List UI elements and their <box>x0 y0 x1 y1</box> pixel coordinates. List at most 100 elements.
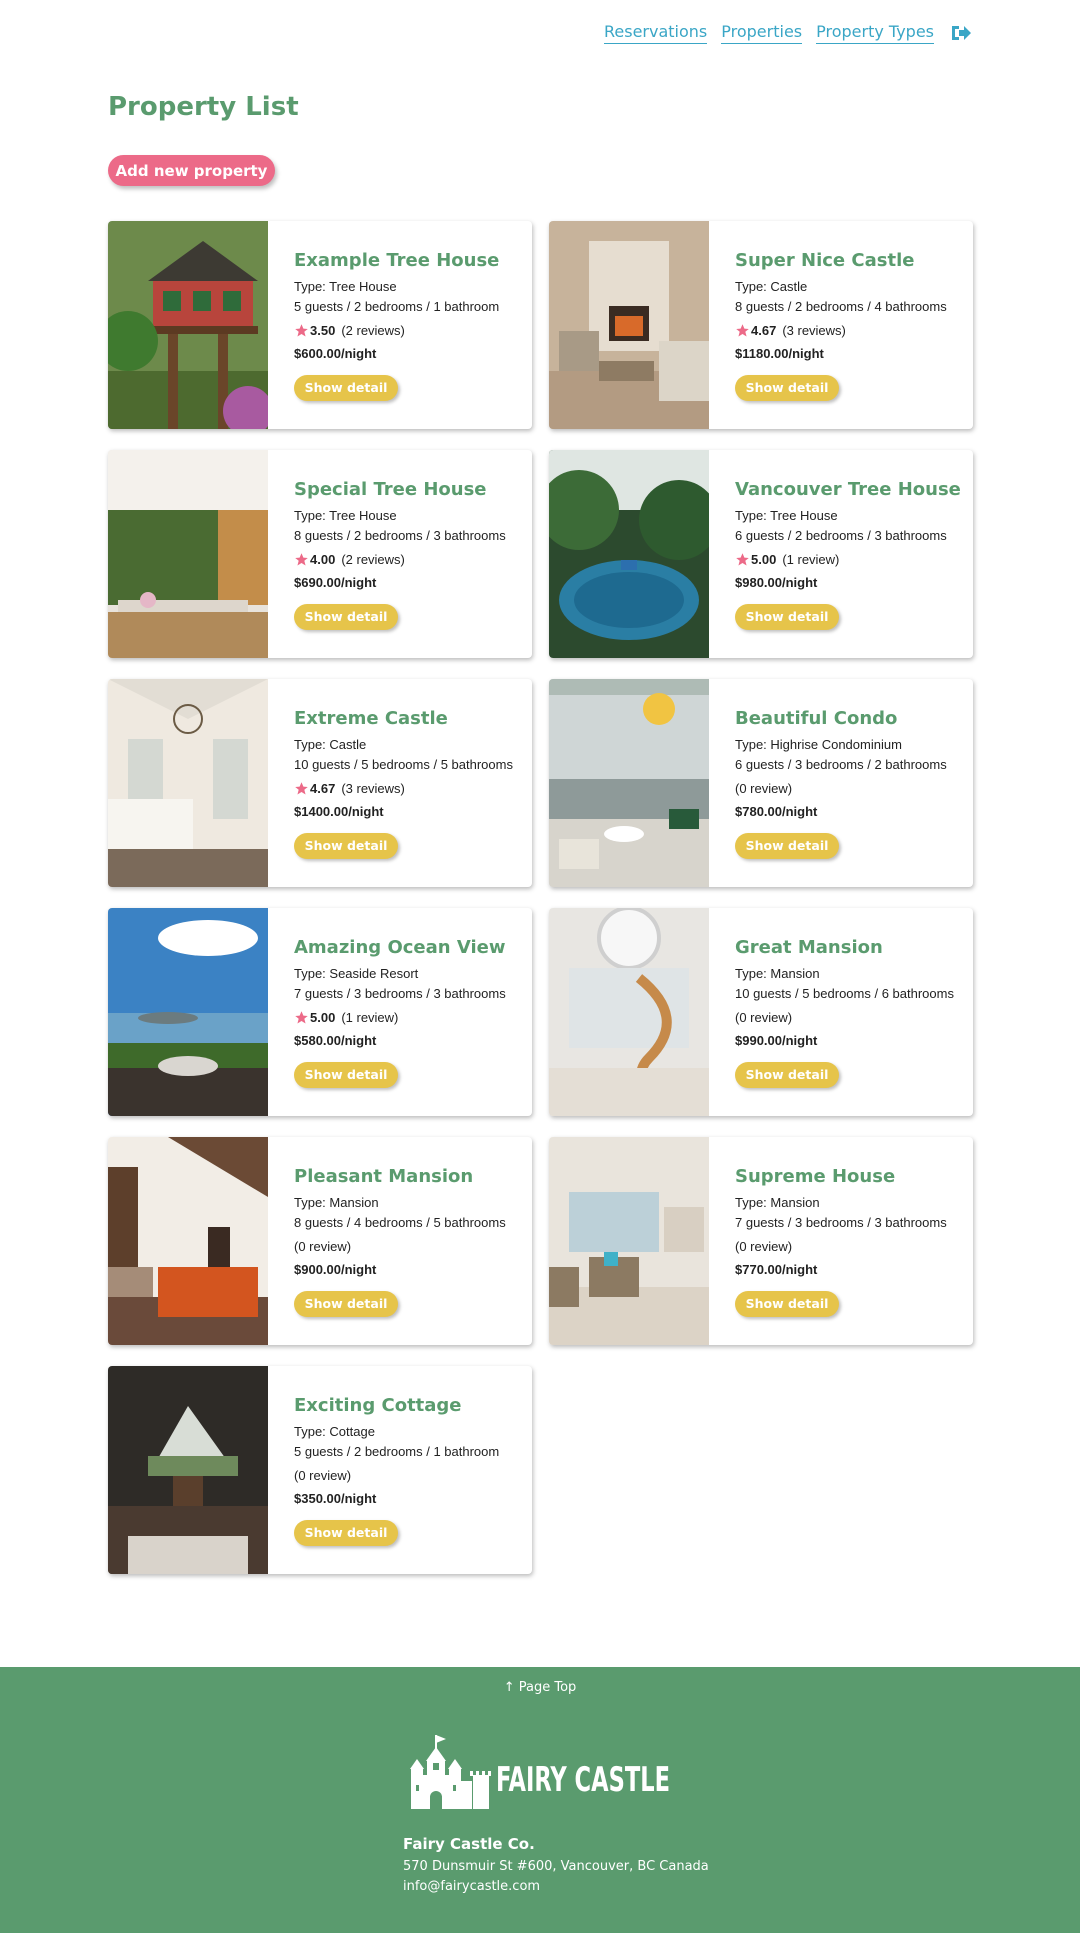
property-photo <box>108 1137 268 1345</box>
property-info: Exciting Cottage Type: Cottage 5 guests … <box>268 1366 532 1574</box>
property-rating: (0 review) <box>735 1010 973 1025</box>
add-property-button[interactable]: Add new property <box>108 155 275 186</box>
property-rating: (0 review) <box>735 1239 973 1254</box>
review-count: (0 review) <box>735 1238 793 1254</box>
property-name: Special Tree House <box>294 478 487 500</box>
property-type: Type: Highrise Condominium <box>735 736 902 752</box>
nav-reservations-link[interactable]: Reservations <box>604 22 708 44</box>
property-card: Pleasant Mansion Type: Mansion 8 guests … <box>108 1137 532 1345</box>
property-capacity: 5 guests / 2 bedrooms / 1 bathroom <box>294 298 500 314</box>
show-detail-button[interactable]: Show detail <box>735 832 839 859</box>
property-name: Great Mansion <box>735 936 883 958</box>
property-info: Example Tree House Type: Tree House 5 gu… <box>268 221 532 429</box>
property-rating: 4.00 (2 reviews) <box>294 552 532 567</box>
property-type: Type: Tree House <box>294 278 397 294</box>
show-detail-button[interactable]: Show detail <box>294 1290 398 1317</box>
property-info: Supreme House Type: Mansion 7 guests / 3… <box>709 1137 973 1345</box>
property-card: Example Tree House Type: Tree House 5 gu… <box>108 221 532 429</box>
property-info: Great Mansion Type: Mansion 10 guests / … <box>709 908 973 1116</box>
arrow-up-icon: ↑ <box>503 1680 515 1695</box>
property-type: Type: Cottage <box>294 1423 375 1439</box>
nav-property-types-link[interactable]: Property Types <box>816 22 934 44</box>
nav-properties-link[interactable]: Properties <box>721 22 803 44</box>
page-top-label: Page Top <box>518 1680 577 1695</box>
property-capacity: 6 guests / 2 bedrooms / 3 bathrooms <box>735 527 947 543</box>
show-detail-button[interactable]: Show detail <box>294 1061 398 1088</box>
review-count: (2 reviews) <box>341 322 405 338</box>
rating-score: 5.00 <box>310 1009 336 1025</box>
rating-score: 4.67 <box>310 780 336 796</box>
property-card: Special Tree House Type: Tree House 8 gu… <box>108 450 532 658</box>
property-info: Beautiful Condo Type: Highrise Condomini… <box>709 679 973 887</box>
property-card: Super Nice Castle Type: Castle 8 guests … <box>549 221 973 429</box>
footer: ↑ Page Top FAIRY CASTLE Fairy Castle Co.… <box>0 1667 1080 1933</box>
property-price: $350.00/night <box>294 1490 377 1506</box>
property-info: Vancouver Tree House Type: Tree House 6 … <box>709 450 973 658</box>
property-name: Beautiful Condo <box>735 707 898 729</box>
property-photo <box>549 221 709 429</box>
show-detail-button[interactable]: Show detail <box>735 1061 839 1088</box>
show-detail-button[interactable]: Show detail <box>294 832 398 859</box>
property-rating: 5.00 (1 review) <box>735 552 973 567</box>
property-rating: 4.67 (3 reviews) <box>735 323 973 338</box>
property-type: Type: Mansion <box>735 1194 820 1210</box>
rating-score: 4.67 <box>751 322 777 338</box>
property-name: Example Tree House <box>294 249 500 271</box>
star-icon <box>295 781 308 794</box>
property-photo <box>108 679 268 887</box>
company-name: Fairy Castle Co. <box>403 1835 535 1853</box>
property-name: Exciting Cottage <box>294 1394 462 1416</box>
property-rating: (0 review) <box>294 1468 532 1483</box>
property-capacity: 10 guests / 5 bedrooms / 6 bathrooms <box>735 985 954 1001</box>
show-detail-button[interactable]: Show detail <box>294 603 398 630</box>
property-type: Type: Castle <box>735 278 808 294</box>
rating-score: 3.50 <box>310 322 336 338</box>
property-capacity: 6 guests / 3 bedrooms / 2 bathrooms <box>735 756 947 772</box>
page-top-link[interactable]: ↑ Page Top <box>0 1680 1080 1695</box>
property-type: Type: Mansion <box>294 1194 379 1210</box>
company-email[interactable]: info@fairycastle.com <box>403 1879 540 1894</box>
review-count: (3 reviews) <box>782 322 846 338</box>
property-photo <box>108 450 268 658</box>
logout-icon[interactable] <box>950 24 972 42</box>
show-detail-button[interactable]: Show detail <box>735 1290 839 1317</box>
property-type: Type: Tree House <box>735 507 838 523</box>
star-icon <box>295 323 308 336</box>
show-detail-button[interactable]: Show detail <box>735 603 839 630</box>
property-type: Type: Seaside Resort <box>294 965 419 981</box>
property-capacity: 7 guests / 3 bedrooms / 3 bathrooms <box>735 1214 947 1230</box>
property-photo <box>549 1137 709 1345</box>
property-price: $1400.00/night <box>294 803 384 819</box>
review-count: (0 review) <box>294 1467 352 1483</box>
star-icon <box>736 552 749 565</box>
property-capacity: 7 guests / 3 bedrooms / 3 bathrooms <box>294 985 506 1001</box>
show-detail-button[interactable]: Show detail <box>294 374 398 401</box>
property-photo <box>549 908 709 1116</box>
property-card: Vancouver Tree House Type: Tree House 6 … <box>549 450 973 658</box>
property-capacity: 5 guests / 2 bedrooms / 1 bathroom <box>294 1443 500 1459</box>
property-name: Amazing Ocean View <box>294 936 506 958</box>
property-capacity: 8 guests / 4 bedrooms / 5 bathrooms <box>294 1214 506 1230</box>
rating-score: 5.00 <box>751 551 777 567</box>
property-price: $1180.00/night <box>735 345 824 361</box>
property-photo <box>108 221 268 429</box>
property-info: Extreme Castle Type: Castle 10 guests / … <box>268 679 532 887</box>
property-card: Beautiful Condo Type: Highrise Condomini… <box>549 679 973 887</box>
star-icon <box>295 1010 308 1023</box>
property-price: $900.00/night <box>294 1261 377 1277</box>
show-detail-button[interactable]: Show detail <box>735 374 839 401</box>
property-card: Supreme House Type: Mansion 7 guests / 3… <box>549 1137 973 1345</box>
property-price: $690.00/night <box>294 574 377 590</box>
property-card: Exciting Cottage Type: Cottage 5 guests … <box>108 1366 532 1574</box>
property-price: $600.00/night <box>294 345 377 361</box>
show-detail-button[interactable]: Show detail <box>294 1519 398 1546</box>
logo-text: FAIRY CASTLE <box>496 1760 670 1800</box>
property-name: Super Nice Castle <box>735 249 915 271</box>
property-capacity: 8 guests / 2 bedrooms / 4 bathrooms <box>735 298 947 314</box>
property-name: Pleasant Mansion <box>294 1165 474 1187</box>
review-count: (2 reviews) <box>341 551 405 567</box>
review-count: (1 review) <box>341 1009 399 1025</box>
property-photo <box>108 1366 268 1574</box>
property-rating: (0 review) <box>294 1239 532 1254</box>
property-rating: (0 review) <box>735 781 973 796</box>
